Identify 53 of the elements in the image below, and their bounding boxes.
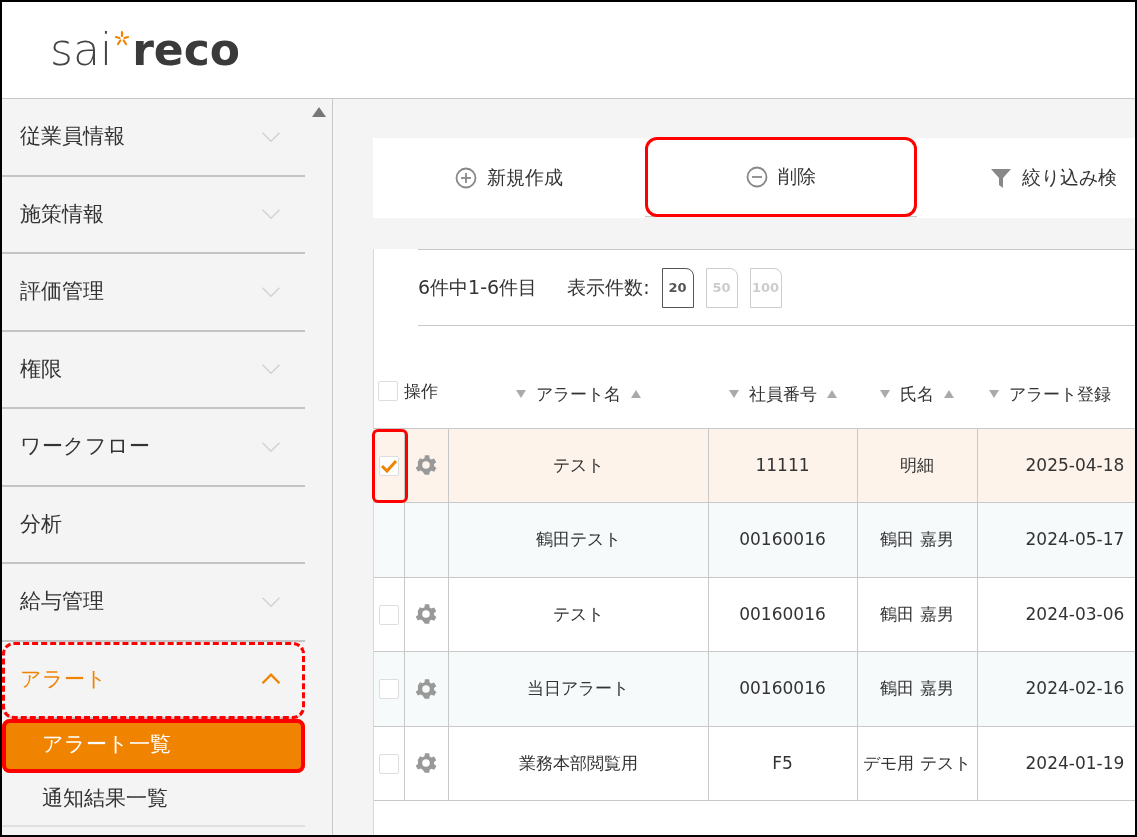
check-icon [379,458,398,473]
column-header: アラート登録 [1009,382,1111,406]
page-size-label: 表示件数: [567,275,650,301]
toolbar-button[interactable]: 削除 [645,136,917,217]
table-row[interactable]: テスト 11111 明細 2025-04-18 [374,428,1135,503]
column-header: 社員番号 [748,382,817,406]
table-cell: 鶴田 嘉男 [857,577,977,652]
table-row[interactable]: 業務本部閲覧用 F5 デモ用 テスト 2024-01-19 [374,726,1135,801]
table-cell: 明細 [857,428,977,503]
column-header: アラート名 [535,382,621,406]
checkbox[interactable] [378,753,399,774]
checkbox[interactable] [378,604,399,625]
scrollbar[interactable] [305,99,333,835]
toolbar-button[interactable]: 絞り込み検 [917,137,1135,218]
logo-text: reco [132,28,240,72]
table-cell: 00160016 [708,651,857,726]
table-cell: 2025-04-18 [977,428,1135,503]
page-size-option[interactable]: 20 [661,267,694,308]
sort-descending-icon[interactable] [989,390,999,399]
column-header: 氏名 [900,382,934,406]
table-row[interactable]: 鶴田テスト 00160016 鶴田 嘉男 2024-05-17 [374,502,1135,577]
checkbox[interactable] [378,381,398,402]
table-row[interactable]: テスト 00160016 鶴田 嘉男 2024-03-06 [374,577,1135,652]
sort-ascending-icon[interactable] [826,390,837,399]
sort-ascending-icon[interactable] [944,390,954,399]
table-cell: 鶴田 嘉男 [857,651,977,726]
table-row[interactable]: 当日アラート 00160016 鶴田 嘉男 2024-02-16 [374,651,1135,726]
table-cell: F5 [708,726,857,801]
checkbox[interactable] [378,455,399,476]
column-header: 操作 [404,379,438,403]
plus-circle-icon [455,166,477,189]
toolbar-button[interactable]: 新規作成 [373,137,645,218]
asterisk-icon [114,30,131,46]
sort-descending-icon[interactable] [880,390,890,399]
table-cell: 00160016 [708,502,857,577]
checkbox[interactable] [378,679,399,699]
logo-text: sai [50,28,113,72]
table-cell: 11111 [708,428,857,503]
sort-ascending-icon[interactable] [630,390,641,399]
result-count: 6件中1-6件目 [418,275,538,301]
table-cell: 鶴田 嘉男 [857,502,977,577]
scroll-up-icon[interactable] [311,107,326,117]
table-cell: テスト [448,428,708,503]
sort-descending-icon[interactable] [728,390,739,399]
table-cell: デモ用 テスト [857,726,977,801]
table-cell: 業務本部閲覧用 [448,726,708,801]
minus-circle-icon [746,165,768,188]
filter-icon [989,166,1012,189]
table-cell: 鶴田テスト [448,502,708,577]
table-cell: 00160016 [708,577,857,652]
sort-descending-icon[interactable] [515,390,526,399]
table-cell: 当日アラート [448,651,708,726]
table-cell: テスト [448,577,708,652]
